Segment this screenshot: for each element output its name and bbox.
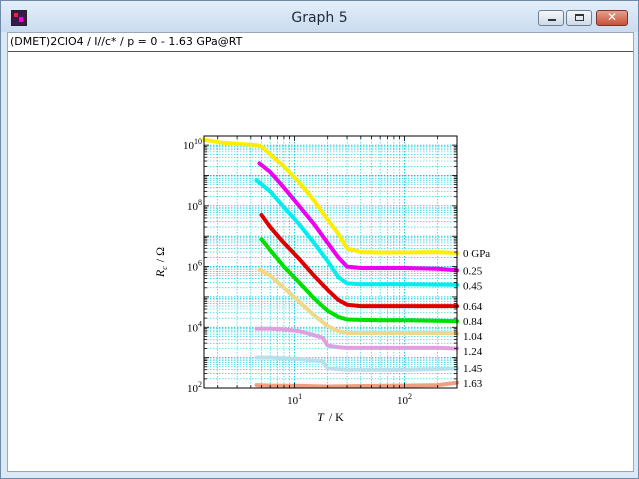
minimize-button[interactable] (538, 10, 564, 26)
series-label: 1.04 (463, 331, 483, 343)
axis-ticks: 101 102 102 104 106 108 1010 (183, 135, 458, 407)
y-axis-label: Rc/ Ω (153, 247, 169, 278)
y-tick-label: 1010 (183, 137, 202, 152)
y-tick-label: 104 (187, 319, 202, 334)
x-axis-label: T / K (317, 410, 344, 424)
y-tick-label: 106 (187, 259, 202, 274)
series-label: 1.63 (463, 378, 483, 390)
maximize-button[interactable] (566, 10, 592, 26)
resistance-temperature-plot: 101 102 102 104 106 108 1010 0 GPa 0.25 0.45 0.64… (153, 135, 490, 424)
series-label: 0 GPa (463, 248, 490, 260)
series-line (257, 161, 459, 273)
series-line (254, 355, 459, 372)
y-tick-label: 108 (187, 198, 202, 213)
series-labels: 0 GPa 0.25 0.45 0.64 0.84 1.04 1.24 1.45 1.63 (463, 248, 490, 390)
series-label: 1.24 (463, 346, 483, 358)
series-label: 1.45 (463, 363, 483, 375)
series-label: 0.84 (463, 316, 483, 328)
series-label: 0.64 (463, 301, 483, 313)
minimize-icon (548, 19, 556, 21)
close-icon: ✕ (606, 10, 618, 24)
x-tick-label: 101 (287, 392, 302, 407)
graph-client-area: (DMET)2ClO4 / I//c* / p = 0 - 1.63 GPa@R… (7, 32, 634, 472)
series-label: 0.45 (463, 280, 483, 292)
title-bar[interactable]: Graph 5 ✕ (1, 1, 638, 32)
close-button[interactable]: ✕ (596, 10, 628, 26)
x-tick-label: 102 (397, 392, 412, 407)
maximize-icon (575, 14, 584, 21)
series-line (254, 380, 459, 389)
graph-window: Graph 5 ✕ (DMET)2ClO4 / I//c* / p = 0 - … (0, 0, 639, 479)
series-label: 0.25 (463, 265, 483, 277)
y-tick-label: 102 (187, 380, 202, 395)
